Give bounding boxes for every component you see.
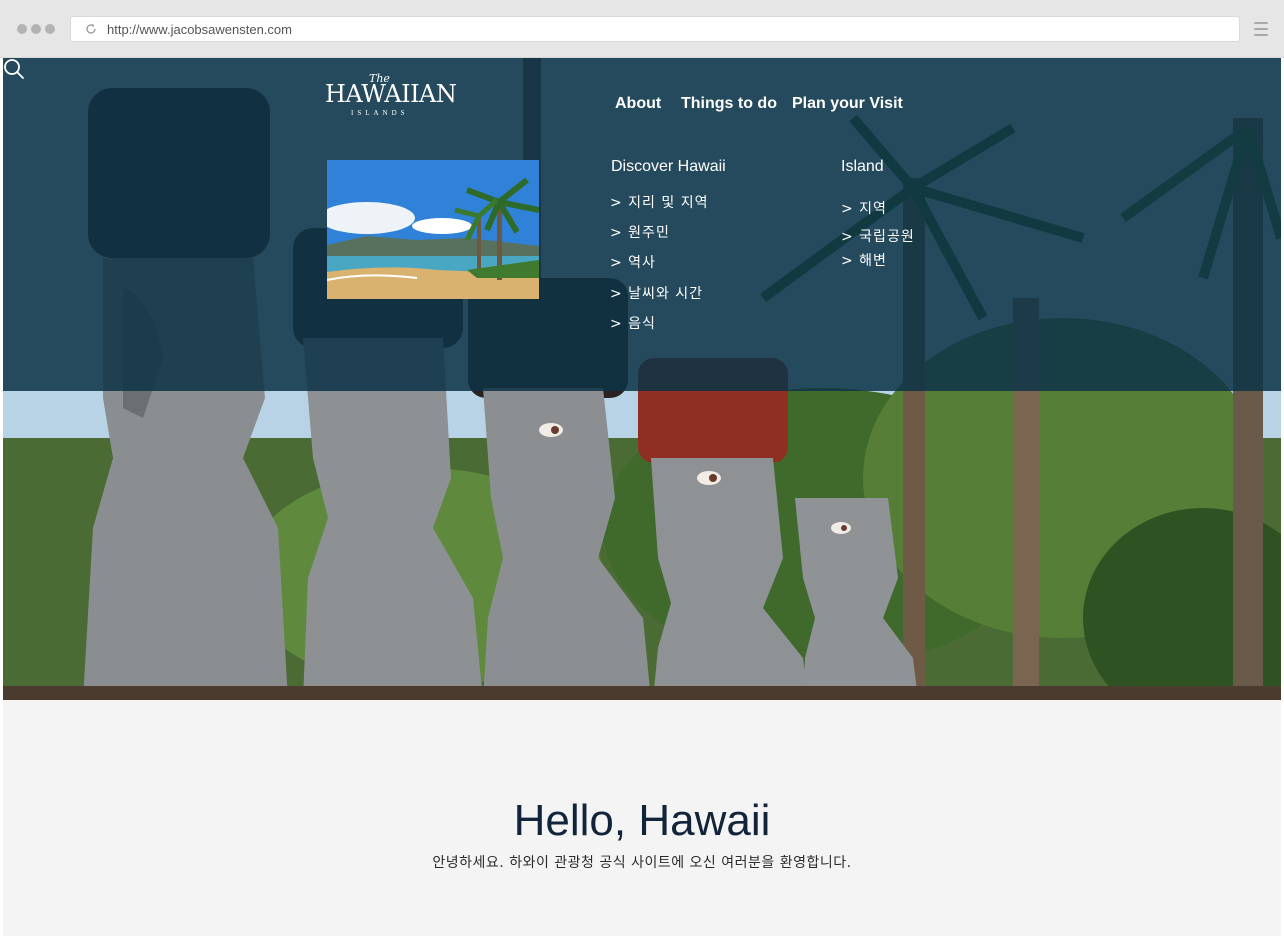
browser-chrome: http://www.jacobsawensten.com (0, 0, 1284, 58)
menu-link-beaches[interactable]: > 해변 (841, 250, 887, 270)
window-dot-maximize[interactable] (45, 24, 55, 34)
menu-link-national-parks[interactable]: > 국립공원 (841, 226, 915, 246)
window-controls (17, 24, 55, 34)
beach-thumbnail-image[interactable] (327, 160, 539, 299)
nav-plan-your-visit[interactable]: Plan your Visit (792, 95, 903, 113)
reload-icon[interactable] (85, 23, 97, 35)
browser-menu-icon[interactable] (1254, 22, 1268, 36)
menu-link-food[interactable]: > 음식 (610, 313, 656, 333)
welcome-subtitle: 안녕하세요. 하와이 관광청 공식 사이트에 오신 여러분을 환영합니다. (432, 855, 852, 871)
hero-section: The HAWAIIAN ISLANDS About Things to do … (3, 58, 1281, 700)
welcome-section: Hello, Hawaii 안녕하세요. 하와이 관광청 공식 사이트에 오신 … (3, 700, 1281, 936)
nav-things-to-do[interactable]: Things to do (681, 95, 777, 113)
window-dot-minimize[interactable] (31, 24, 41, 34)
welcome-title: Hello, Hawaii (513, 796, 771, 845)
url-text[interactable]: http://www.jacobsawensten.com (107, 22, 292, 37)
menu-link-regions[interactable]: > 지역 (841, 198, 887, 218)
menu-link-geography[interactable]: > 지리 및 지역 (610, 192, 708, 212)
menu-heading-discover-hawaii: Discover Hawaii (611, 158, 726, 175)
hawaiian-islands-logo[interactable]: The HAWAIIAN ISLANDS (325, 70, 457, 122)
menu-link-history[interactable]: > 역사 (610, 252, 656, 272)
address-bar[interactable]: http://www.jacobsawensten.com (70, 16, 1240, 42)
window-dot-close[interactable] (17, 24, 27, 34)
menu-link-weather[interactable]: > 날씨와 시간 (610, 283, 703, 303)
nav-about[interactable]: About (615, 95, 661, 113)
menu-link-natives[interactable]: > 원주민 (610, 222, 670, 242)
search-icon[interactable] (3, 58, 25, 80)
menu-heading-island: Island (841, 158, 884, 175)
